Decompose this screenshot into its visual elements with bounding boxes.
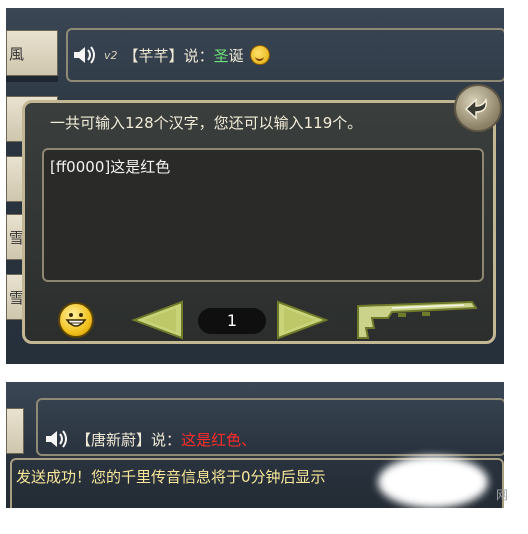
speaker-name[interactable]: 唐新蔚 [91, 431, 136, 449]
side-tab-feng[interactable]: 風 [6, 30, 58, 76]
smile-emoji-icon [249, 45, 270, 65]
name-bracket-close: 】 [168, 46, 184, 65]
message-input[interactable]: [ff0000]这是红色 [42, 148, 484, 282]
side-tab-label: 風 [9, 44, 25, 63]
speaker-name[interactable]: 芊芊 [139, 47, 169, 65]
name-bracket-open: 【 [76, 430, 92, 449]
chat-message-row: v2 【芊芊】说：圣诞 [72, 40, 270, 70]
back-arrow-icon [464, 97, 488, 120]
watermark-blur [378, 456, 488, 508]
emoji-button-icon [65, 313, 87, 327]
page-number: 1 [198, 308, 266, 334]
speaker-icon[interactable] [44, 428, 70, 450]
name-bracket-open: 【 [123, 46, 139, 65]
message-rest: 诞 [228, 46, 244, 65]
chat-message-row: 【唐新蔚】说：这是红色、 [44, 426, 256, 452]
side-tab-partial[interactable] [6, 408, 24, 454]
name-bracket-close: 】 [136, 430, 152, 449]
next-page-button[interactable] [272, 300, 330, 340]
prev-page-icon [131, 300, 183, 340]
message-red: 这是红色、 [181, 430, 257, 449]
back-button[interactable] [454, 84, 502, 132]
emoji-button[interactable] [58, 302, 94, 338]
send-key-icon [357, 300, 478, 339]
message-highlight: 圣 [213, 46, 229, 65]
said-label: 说： [151, 430, 182, 449]
level-badge: v2 [104, 48, 118, 62]
send-button[interactable] [352, 298, 480, 344]
char-limit-hint: 一共可输入128个汉字，您还可以输入119个。 [50, 114, 363, 132]
send-status-text: 发送成功！您的千里传音信息将于0分钟后显示 [16, 468, 326, 486]
side-tab-divider [6, 76, 58, 82]
next-page-icon [277, 300, 329, 340]
watermark: 网 [496, 488, 509, 502]
speaker-icon[interactable] [72, 44, 98, 66]
prev-page-button[interactable] [130, 300, 188, 340]
said-label: 说： [183, 46, 214, 65]
